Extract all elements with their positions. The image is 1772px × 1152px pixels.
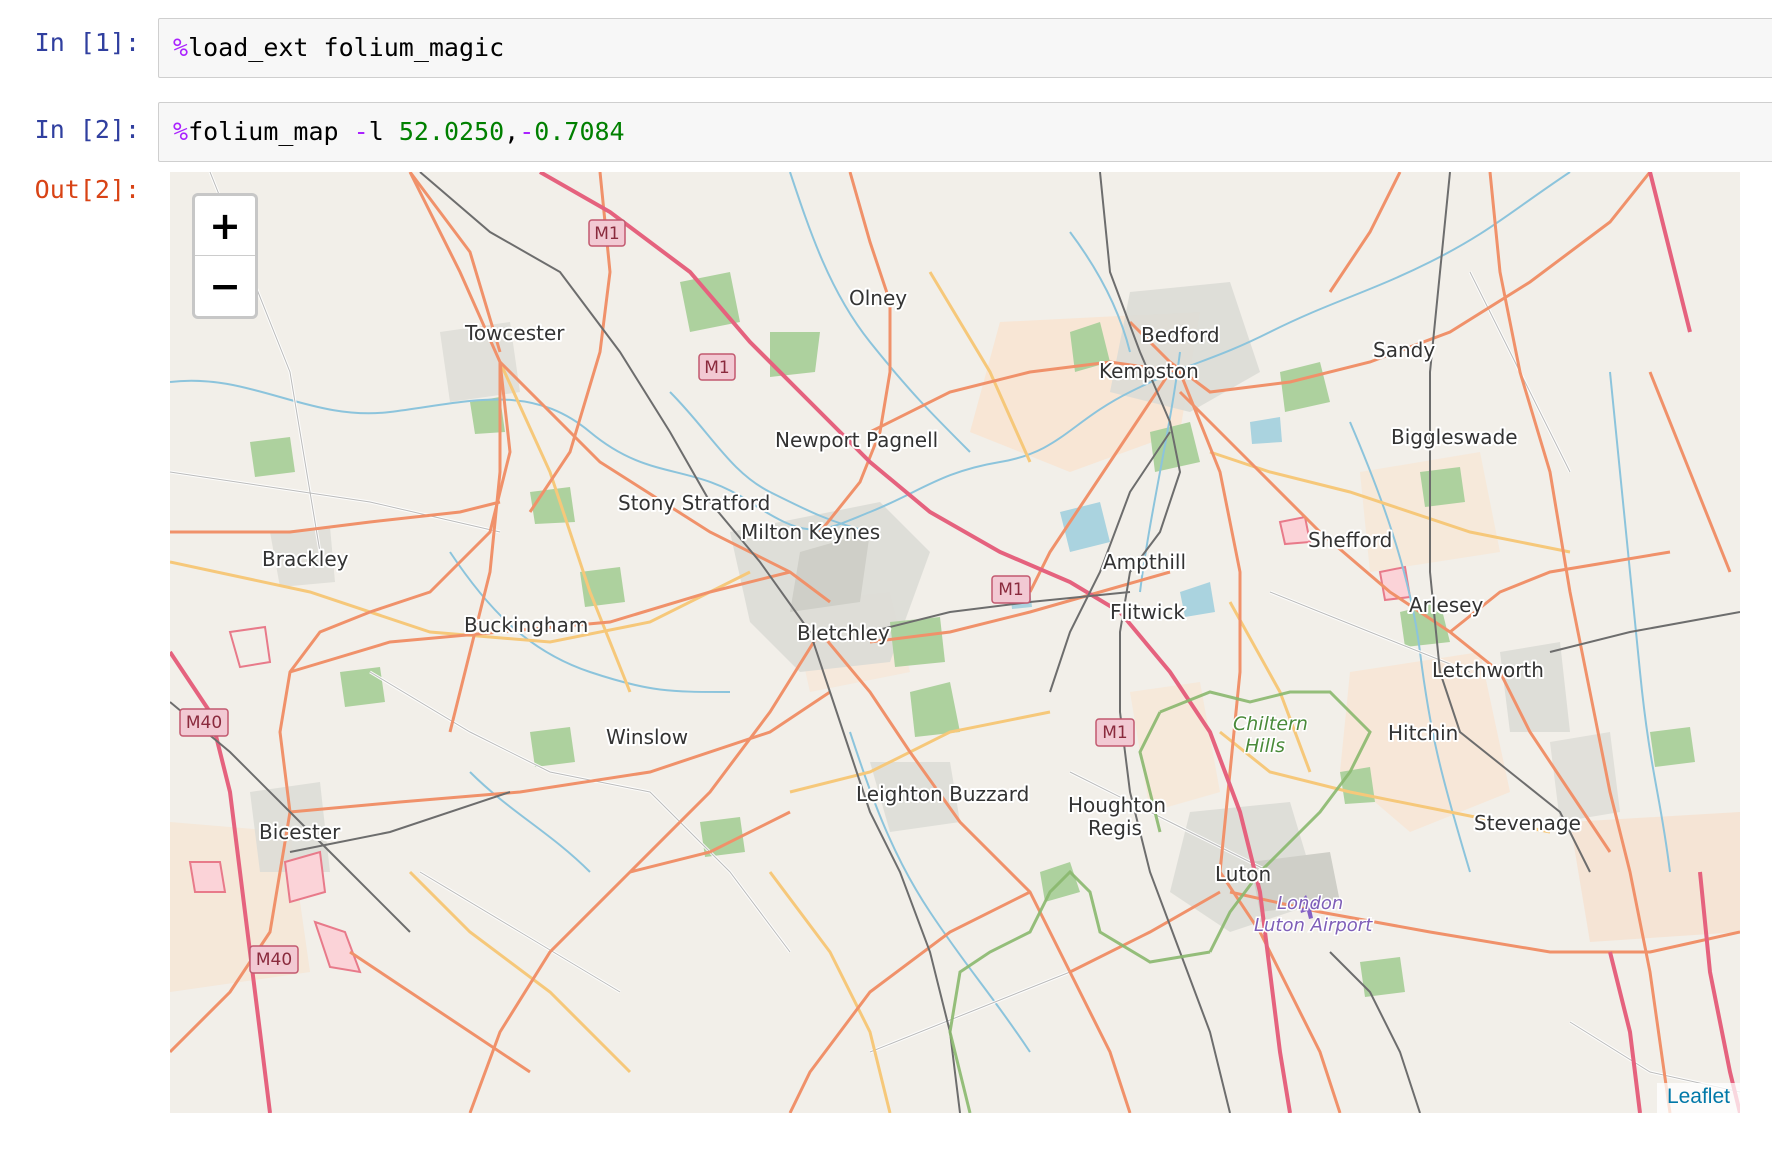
label-buckingham: Buckingham [464,613,588,637]
label-leighton-buzzard: Leighton Buzzard [856,782,1029,806]
svg-text:M40: M40 [256,950,292,970]
label-sandy: Sandy [1373,338,1435,362]
motorway-shield-m40-north: M40 [179,708,229,737]
label-regis: Regis [1088,816,1142,840]
label-houghton: Houghton [1068,793,1166,817]
label-biggleswade: Biggleswade [1391,425,1518,449]
map-tiles[interactable]: M1 M1 M1 M1 M40 M40 Towcester Olney Bedf… [170,172,1740,1113]
minus-operator: - [519,117,535,146]
magic-percent: % [173,117,189,146]
label-brackley: Brackley [262,547,349,571]
latitude-value: 52.0250 [398,117,505,146]
label-bicester: Bicester [259,820,341,844]
motorway-shield-m1-north: M1 [588,219,626,247]
cell-1-input-prompt: In [1]: [34,28,140,57]
flag-letter: l [368,117,399,146]
label-olney: Olney [849,286,907,310]
label-bletchley: Bletchley [797,621,890,645]
label-shefford: Shefford [1308,528,1392,552]
svg-text:M1: M1 [704,358,729,378]
label-flitwick: Flitwick [1110,600,1185,624]
label-stony-stratford: Stony Stratford [618,491,770,515]
cell-1-code-input[interactable]: %load_ext folium_magic [158,18,1772,78]
svg-text:M1: M1 [594,224,619,244]
label-towcester: Towcester [464,321,565,345]
cell-2-input-prompt: In [2]: [34,115,140,144]
zoom-out-button[interactable]: − [195,256,255,315]
comma: , [504,117,520,146]
svg-text:M1: M1 [998,580,1023,600]
flag-operator: - [353,117,369,146]
svg-text:M40: M40 [186,713,222,733]
motorway-shield-m40-south: M40 [249,945,299,974]
label-newport-pagnell: Newport Pagnell [775,428,938,452]
label-milton-keynes: Milton Keynes [741,520,880,544]
label-winslow: Winslow [606,725,688,749]
label-hills: Hills [1245,735,1285,757]
label-chiltern: Chiltern [1233,713,1308,735]
zoom-control: + − [192,193,258,319]
label-ampthill: Ampthill [1103,550,1186,574]
motorway-shield-m1-central: M1 [991,575,1031,604]
label-luton: Luton [1215,862,1271,886]
label-arlesey: Arlesey [1409,593,1483,617]
label-bedford: Bedford [1141,323,1220,347]
longitude-value: 0.7084 [534,117,625,146]
motorway-shield-m1-south: M1 [1095,718,1135,747]
cell-1-code-text: load_ext folium_magic [188,33,505,62]
cell-2-code-input[interactable]: %folium_map -l 52.0250,-0.7084 [158,102,1772,162]
svg-text:M1: M1 [1102,723,1127,743]
magic-command-name: folium_map [188,117,354,146]
label-letchworth: Letchworth [1432,658,1544,682]
label-stevenage: Stevenage [1474,811,1581,835]
magic-percent: % [173,33,189,62]
motorway-shield-m1-upper: M1 [698,353,736,381]
leaflet-attribution-link[interactable]: Leaflet [1656,1083,1740,1113]
label-airport-london: London [1277,893,1343,914]
label-airport-luton: Luton Airport [1254,915,1373,936]
land-use-areas [170,272,1740,997]
label-hitchin: Hitchin [1388,721,1458,745]
label-kempston: Kempston [1099,359,1199,383]
zoom-in-button[interactable]: + [195,196,255,256]
cell-2-output-prompt: Out[2]: [34,175,140,204]
map-viewport[interactable]: M1 M1 M1 M1 M40 M40 Towcester Olney Bedf… [170,172,1740,1113]
